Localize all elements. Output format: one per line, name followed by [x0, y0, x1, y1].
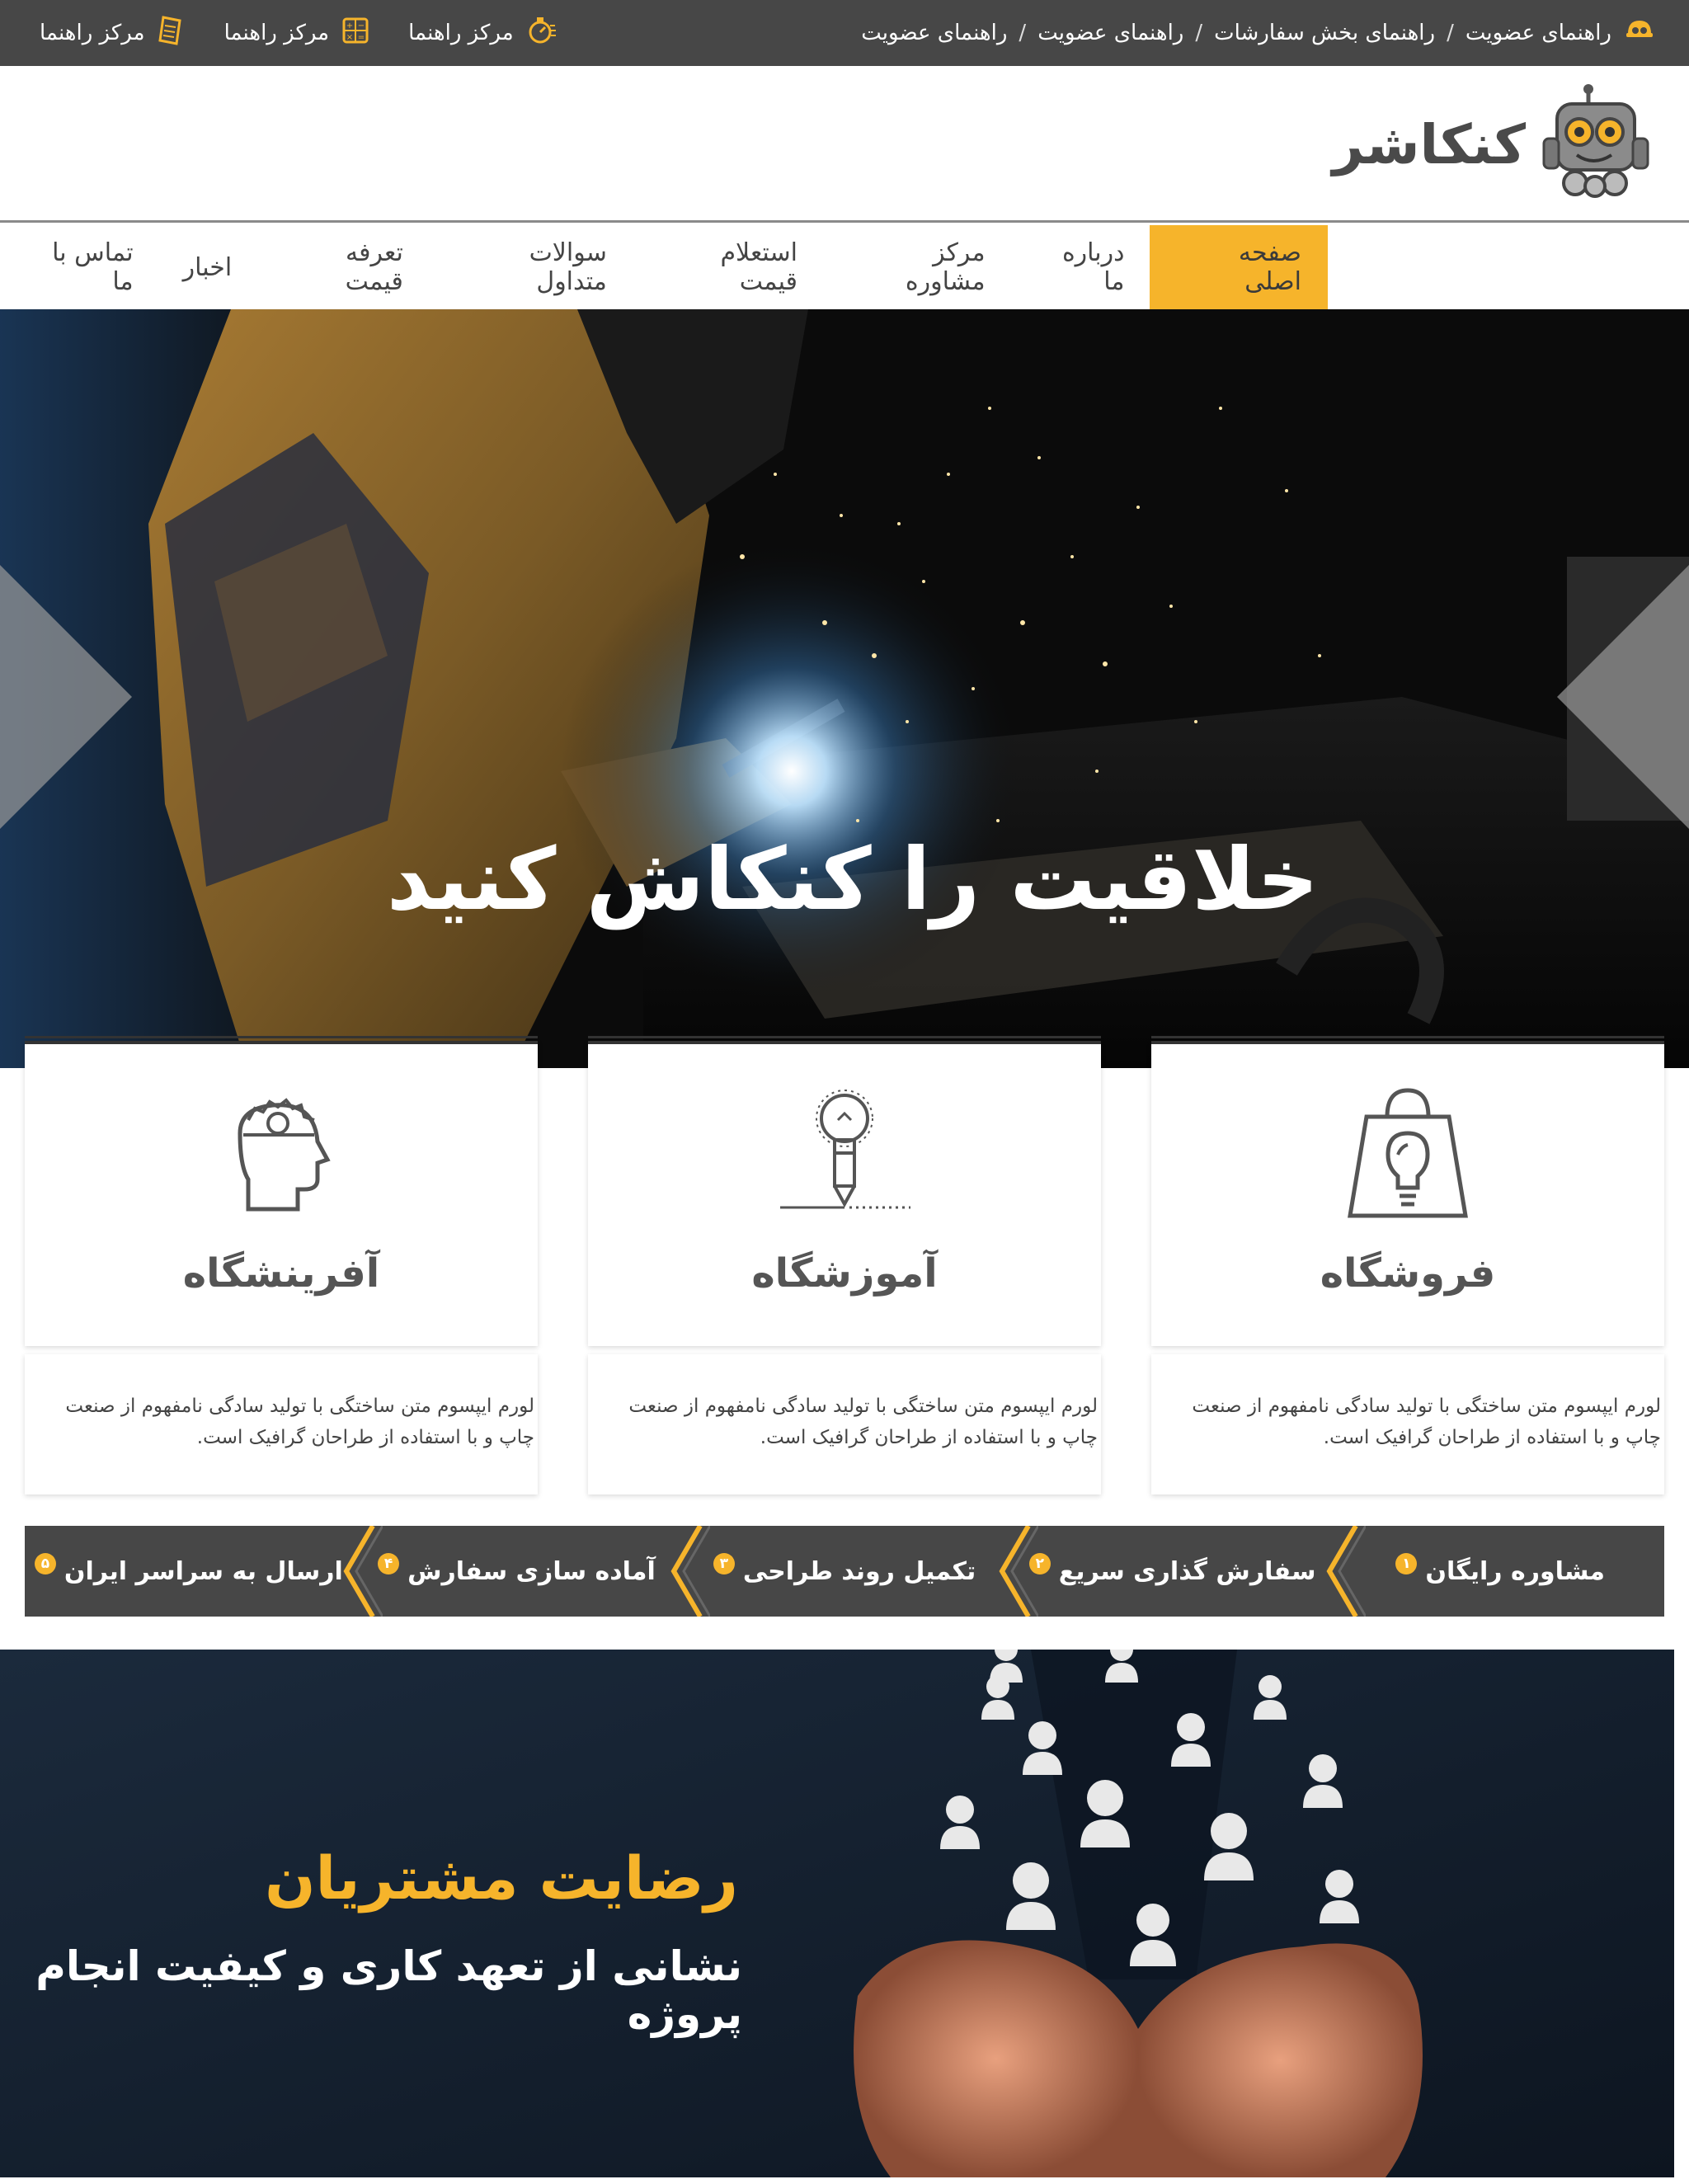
help-links: مرکز راهنما + − × = مرکز راهنما مرکز راه…	[40, 14, 557, 53]
hands-people-image	[0, 1650, 1674, 2177]
customer-satisfaction-banner: رضایت مشتریان نشانی از تعهد کاری و کیفیت…	[0, 1650, 1674, 2177]
helmet-icon	[1623, 14, 1656, 53]
nav-item-contact[interactable]: تماس با ما	[0, 225, 158, 309]
site-logo[interactable]: کنکاشر	[1333, 82, 1649, 206]
step-label: سفارش گذاری سریع	[1058, 1556, 1316, 1586]
card-title: آموزشگاه	[751, 1250, 938, 1297]
card-description: لورم ایپسوم متن ساختگی با تولید سادگی نا…	[588, 1354, 1101, 1494]
help-link-label: مرکز راهنما	[408, 21, 514, 45]
nav-item-price-inquiry[interactable]: استعلام قیمت	[632, 225, 822, 309]
step-item[interactable]: سفارش گذاری سریع ۲	[999, 1526, 1337, 1617]
svg-text:×: ×	[346, 33, 353, 42]
chevron-left-icon	[1326, 1526, 1367, 1617]
breadcrumb-item[interactable]: راهنمای عضویت	[1037, 21, 1183, 45]
card-title: آفرینشگاه	[182, 1250, 380, 1297]
slider-next-button[interactable]	[1557, 565, 1689, 829]
top-bar: راهنمای عضویت / راهنمای بخش سفارشات / را…	[0, 0, 1689, 66]
satisfaction-subtitle: نشانی از تعهد کاری و کیفیت انجام پروژه	[35, 1942, 742, 2038]
card-title: فروشگاه	[1320, 1250, 1496, 1297]
chevron-right-icon	[1557, 565, 1689, 829]
svg-text:−: −	[358, 21, 365, 31]
stopwatch-icon	[524, 14, 557, 53]
hero-welding-image	[0, 309, 1689, 1068]
breadcrumb-separator: /	[1019, 21, 1027, 45]
card-header: آفرینشگاه	[25, 1036, 538, 1346]
breadcrumb-item[interactable]: راهنمای عضویت	[861, 21, 1007, 45]
help-center-link-calculator[interactable]: + − × = مرکز راهنما	[224, 14, 373, 53]
chevron-left-icon	[343, 1526, 383, 1617]
card-header: آموزشگاه	[588, 1036, 1101, 1346]
chevron-left-icon	[999, 1526, 1038, 1617]
help-link-label: مرکز راهنما	[223, 21, 330, 45]
step-label: تکمیل روند طراحی	[742, 1556, 976, 1586]
step-item[interactable]: مشاوره رایگان ۱	[1326, 1526, 1664, 1617]
breadcrumb-separator: /	[1447, 21, 1454, 45]
nav-item-home[interactable]: صفحه اصلی	[1149, 225, 1328, 309]
help-center-link-stopwatch[interactable]: مرکز راهنما	[408, 14, 557, 53]
feature-card-school[interactable]: آموزشگاه لورم ایپسوم متن ساختگی با تولید…	[588, 1036, 1101, 1494]
chevron-left-icon	[670, 1526, 711, 1617]
head-gear-icon	[25, 1084, 538, 1232]
lightbulb-pencil-icon	[588, 1084, 1101, 1232]
satisfaction-title: رضایت مشتریان	[265, 1843, 738, 1913]
nav-item-news[interactable]: اخبار	[158, 225, 257, 309]
site-header: کنکاشر	[0, 66, 1689, 223]
svg-text:+: +	[346, 21, 353, 31]
step-label: آماده سازی سفارش	[407, 1556, 656, 1586]
card-description: لورم ایپسوم متن ساختگی با تولید سادگی نا…	[1151, 1354, 1664, 1494]
card-header: فروشگاه	[1151, 1036, 1664, 1346]
svg-text:=: =	[358, 33, 365, 42]
step-item[interactable]: تکمیل روند طراحی ۳	[670, 1526, 1009, 1617]
hero-title: خلاقیت را کنکاش کنید	[386, 829, 1320, 930]
step-item[interactable]: ارسال به سراسر ایران ۵	[25, 1526, 353, 1617]
step-number: ۵	[34, 1553, 56, 1574]
nav-item-pricing[interactable]: تعرفه قیمت	[256, 225, 428, 309]
breadcrumb-separator: /	[1195, 21, 1203, 45]
help-center-link-document[interactable]: مرکز راهنما	[40, 14, 188, 53]
step-label: ارسال به سراسر ایران	[64, 1556, 343, 1586]
breadcrumb: راهنمای عضویت / راهنمای بخش سفارشات / را…	[861, 14, 1656, 53]
main-nav: صفحه اصلی درباره ما مرکز مشاوره استعلام …	[0, 225, 1689, 309]
help-link-label: مرکز راهنما	[40, 21, 145, 45]
breadcrumb-item[interactable]: راهنمای بخش سفارشات	[1214, 21, 1435, 45]
shopping-bag-bulb-icon	[1151, 1084, 1664, 1232]
process-steps: مشاوره رایگان ۱ سفارش گذاری سریع ۲ تکمیل…	[25, 1526, 1664, 1617]
nav-item-about[interactable]: درباره ما	[1010, 225, 1150, 309]
hero-slider: خلاقیت را کنکاش کنید	[0, 309, 1689, 1068]
slider-prev-button[interactable]	[0, 565, 132, 829]
feature-card-creativity[interactable]: آفرینشگاه لورم ایپسوم متن ساختگی با تولی…	[25, 1036, 538, 1494]
document-icon	[155, 14, 188, 53]
nav-item-faq[interactable]: سوالات متداول	[428, 225, 632, 309]
step-label: مشاوره رایگان	[1425, 1556, 1605, 1586]
step-number: ۳	[713, 1553, 735, 1574]
calculator-icon: + − × =	[339, 14, 372, 53]
card-description: لورم ایپسوم متن ساختگی با تولید سادگی نا…	[25, 1354, 538, 1494]
logo-text: کنکاشر	[1332, 112, 1526, 177]
nav-item-consulting[interactable]: مرکز مشاوره	[822, 225, 1010, 309]
breadcrumb-item[interactable]: راهنمای عضویت	[1466, 21, 1611, 45]
step-number: ۱	[1395, 1553, 1418, 1574]
chevron-left-icon	[0, 565, 132, 829]
feature-cards: فروشگاه لورم ایپسوم متن ساختگی با تولید …	[0, 1036, 1689, 1503]
step-item[interactable]: آماده سازی سفارش ۴	[343, 1526, 681, 1617]
robot-logo-icon	[1542, 81, 1649, 208]
feature-card-store[interactable]: فروشگاه لورم ایپسوم متن ساختگی با تولید …	[1151, 1036, 1664, 1494]
